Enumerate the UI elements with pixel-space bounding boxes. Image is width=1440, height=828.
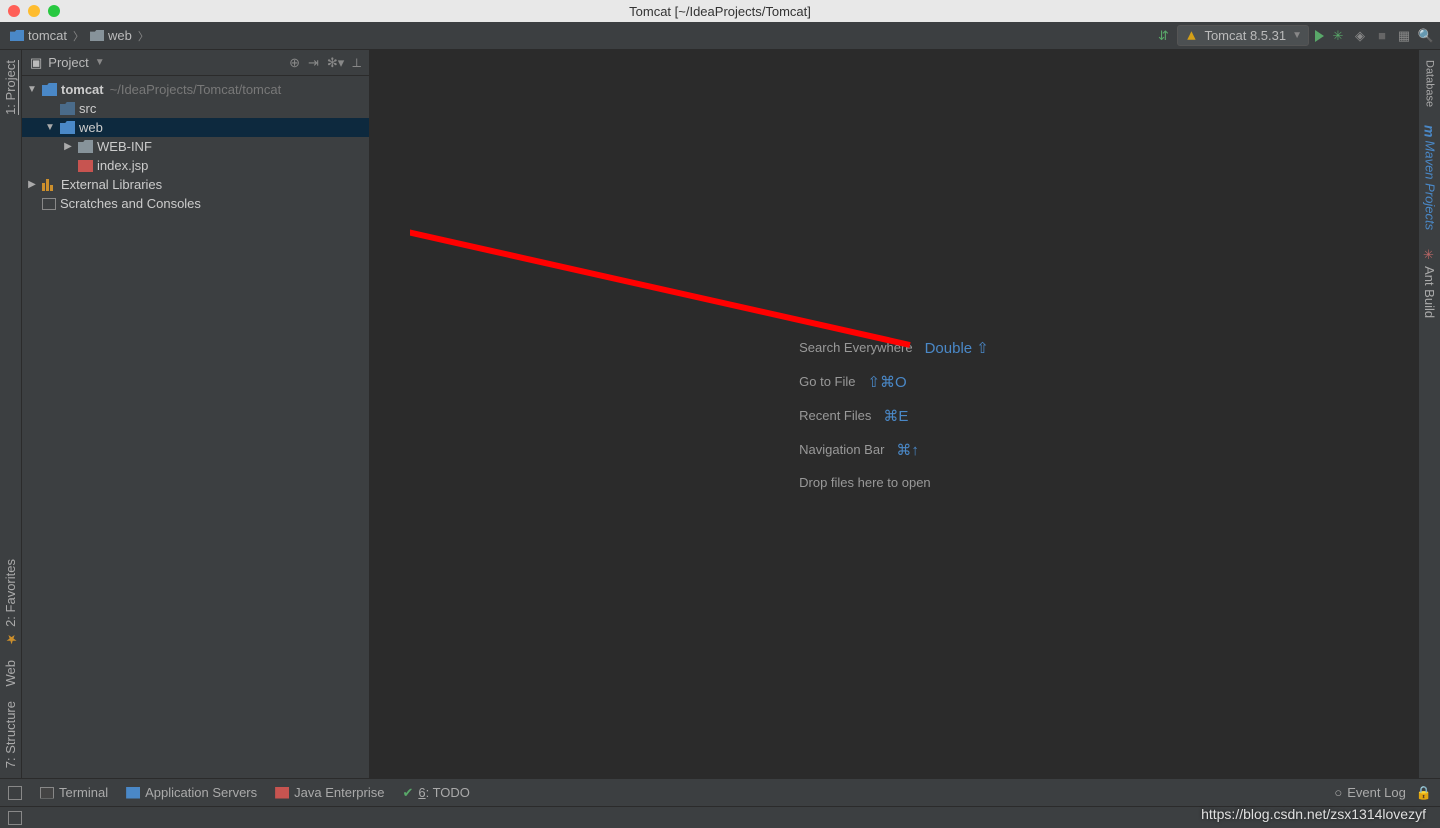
tool-window-toggle-icon[interactable] xyxy=(8,811,22,825)
status-right: ○Event Log 🔒 xyxy=(1334,785,1432,801)
stop-icon[interactable]: ■ xyxy=(1374,28,1390,44)
navbar: tomcat 〉 web 〉 ⇵ Tomcat 8.5.31 ▼ ✳ ◈ ■ ▦… xyxy=(0,22,1440,50)
tool-window-icon[interactable] xyxy=(8,786,22,800)
panel-header: ▣ Project ▼ ⊕ ⇥ ✻▾ ⟂ xyxy=(22,50,369,76)
hide-icon[interactable]: ⟂ xyxy=(352,55,361,71)
titlebar: Tomcat [~/IdeaProjects/Tomcat] xyxy=(0,0,1440,22)
watermark: https://blog.csdn.net/zsx1314lovezyf xyxy=(1201,806,1426,822)
chevron-down-icon: ▼ xyxy=(26,84,38,95)
chevron-right-icon: 〉 xyxy=(73,28,84,44)
tree-root[interactable]: ▼ tomcat ~/IdeaProjects/Tomcat/tomcat xyxy=(22,80,369,99)
run-config-selector[interactable]: Tomcat 8.5.31 ▼ xyxy=(1177,25,1309,46)
status-left: Terminal Application Servers Java Enterp… xyxy=(8,785,470,801)
project-tree: ▼ tomcat ~/IdeaProjects/Tomcat/tomcat sr… xyxy=(22,76,369,778)
editor-area[interactable]: Search Everywhere Double ⇧ Go to File ⇧⌘… xyxy=(370,50,1418,778)
breadcrumb-item[interactable]: tomcat xyxy=(6,26,71,45)
library-icon xyxy=(42,179,57,191)
minimize-icon[interactable] xyxy=(28,5,40,17)
window-controls xyxy=(8,5,60,17)
annotation-arrow xyxy=(410,135,930,365)
build-icon[interactable]: ⇵ xyxy=(1155,28,1171,44)
chevron-down-icon: ▼ xyxy=(95,57,105,68)
project-panel: ▣ Project ▼ ⊕ ⇥ ✻▾ ⟂ ▼ tomcat ~/IdeaProj… xyxy=(22,50,370,778)
sidebar-tab-database[interactable]: Database xyxy=(1424,60,1436,107)
window-title: Tomcat [~/IdeaProjects/Tomcat] xyxy=(629,4,811,19)
folder-icon xyxy=(90,30,104,41)
status-app-servers[interactable]: Application Servers xyxy=(126,785,257,800)
folder-icon xyxy=(60,102,75,115)
terminal-icon xyxy=(40,787,54,799)
run-icon[interactable] xyxy=(1315,30,1324,42)
close-icon[interactable] xyxy=(8,5,20,17)
chevron-right-icon: ▶ xyxy=(26,179,38,190)
java-icon xyxy=(275,787,289,799)
panel-tools: ⊕ ⇥ ✻▾ ⟂ xyxy=(289,55,361,71)
gear-icon[interactable]: ✻▾ xyxy=(327,55,344,71)
event-log-icon: ○ xyxy=(1334,785,1342,800)
scratch-icon xyxy=(42,198,56,210)
debug-icon[interactable]: ✳ xyxy=(1330,28,1346,44)
breadcrumb-item[interactable]: web xyxy=(86,26,136,45)
status-todo[interactable]: ✔6: TODO xyxy=(402,785,469,801)
tree-item-scratches[interactable]: Scratches and Consoles xyxy=(22,194,369,213)
tree-item-external-libraries[interactable]: ▶ External Libraries xyxy=(22,175,369,194)
panel-title[interactable]: ▣ Project ▼ xyxy=(30,55,105,71)
todo-icon: ✔ xyxy=(402,785,413,801)
status-terminal[interactable]: Terminal xyxy=(40,785,108,800)
statusbar: Terminal Application Servers Java Enterp… xyxy=(0,778,1440,806)
collapse-icon[interactable]: ⇥ xyxy=(308,55,319,71)
layout-icon[interactable]: ▦ xyxy=(1396,28,1412,44)
lock-icon[interactable]: 🔒 xyxy=(1416,785,1432,801)
sidebar-tab-ant[interactable]: ✳ Ant Build xyxy=(1422,248,1437,318)
chevron-right-icon: ▶ xyxy=(62,141,74,152)
sidebar-tab-structure[interactable]: 7: Structure xyxy=(3,701,18,768)
chevron-down-icon: ▼ xyxy=(44,122,56,133)
hint-search-everywhere: Search Everywhere Double ⇧ xyxy=(799,339,989,357)
coverage-icon[interactable]: ◈ xyxy=(1352,28,1368,44)
hint-go-to-file: Go to File ⇧⌘O xyxy=(799,373,989,391)
hint-recent-files: Recent Files ⌘E xyxy=(799,407,989,425)
sidebar-tab-favorites[interactable]: ★2: Favorites xyxy=(3,559,18,646)
sidebar-tab-project[interactable]: 1: Project xyxy=(3,60,18,115)
sidebar-tab-web[interactable]: Web xyxy=(3,660,18,687)
tree-item-indexjsp[interactable]: index.jsp xyxy=(22,156,369,175)
star-icon: ★ xyxy=(3,631,18,646)
hint-drop-files: Drop files here to open xyxy=(799,475,989,490)
left-gutter: 1: Project ★2: Favorites Web 7: Structur… xyxy=(0,50,22,778)
toolbar-right: ⇵ Tomcat 8.5.31 ▼ ✳ ◈ ■ ▦ 🔍 xyxy=(1155,25,1434,46)
chevron-right-icon: 〉 xyxy=(138,28,149,44)
chevron-down-icon: ▼ xyxy=(1292,30,1302,41)
breadcrumb: tomcat 〉 web 〉 xyxy=(6,26,149,45)
jsp-icon xyxy=(78,160,93,172)
module-icon xyxy=(42,83,57,96)
search-icon[interactable]: 🔍 xyxy=(1418,28,1434,44)
project-icon: ▣ xyxy=(30,55,42,71)
hint-navigation-bar: Navigation Bar ⌘↑ xyxy=(799,441,989,459)
tree-item-src[interactable]: src xyxy=(22,99,369,118)
folder-icon xyxy=(60,121,75,134)
status-event-log[interactable]: ○Event Log xyxy=(1334,785,1405,800)
folder-icon xyxy=(78,140,93,153)
tree-item-webinf[interactable]: ▶ WEB-INF xyxy=(22,137,369,156)
tomcat-icon xyxy=(1184,29,1198,43)
tree-item-web[interactable]: ▼ web xyxy=(22,118,369,137)
maximize-icon[interactable] xyxy=(48,5,60,17)
sidebar-tab-maven[interactable]: m Maven Projects xyxy=(1422,125,1438,230)
status-java-ee[interactable]: Java Enterprise xyxy=(275,785,384,800)
locate-icon[interactable]: ⊕ xyxy=(289,55,300,71)
right-gutter: Database m Maven Projects ✳ Ant Build xyxy=(1418,50,1440,778)
module-icon xyxy=(10,30,24,41)
server-icon xyxy=(126,787,140,799)
editor-hints: Search Everywhere Double ⇧ Go to File ⇧⌘… xyxy=(799,339,989,490)
